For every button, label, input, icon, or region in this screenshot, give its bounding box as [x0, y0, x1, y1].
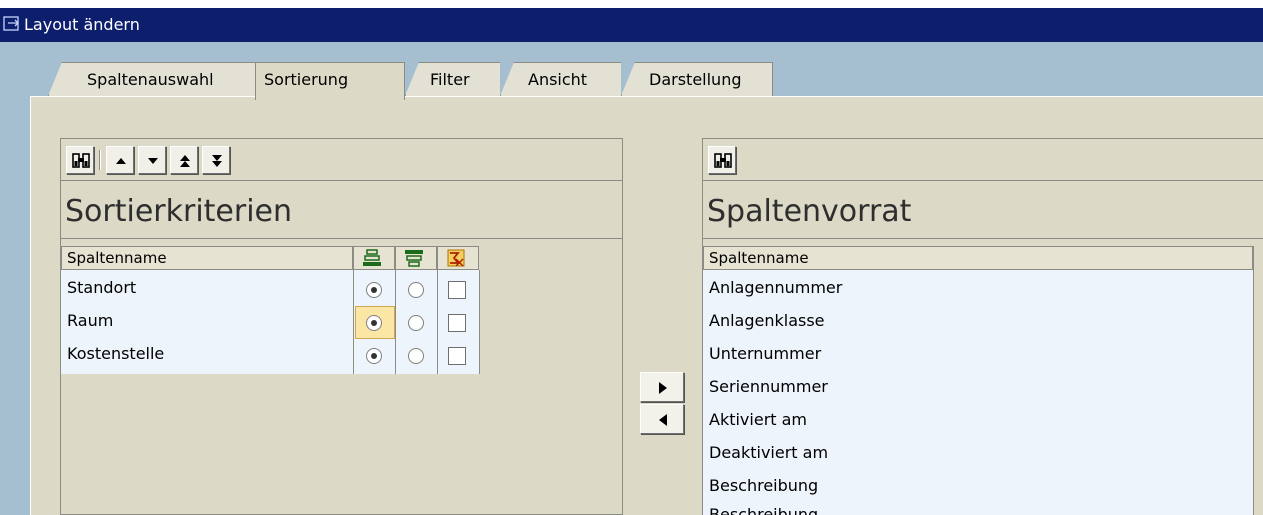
- list-item[interactable]: Anlagenklasse: [709, 305, 825, 337]
- column-stock-title: Spaltenvorrat: [707, 194, 912, 229]
- divider: [61, 238, 622, 239]
- scrollbar[interactable]: [1253, 246, 1263, 515]
- sort-ascending-radio[interactable]: [366, 348, 382, 364]
- toolbar-separator: [99, 150, 101, 170]
- window-menu-icon[interactable]: [3, 15, 21, 37]
- find-icon[interactable]: [708, 146, 736, 174]
- move-right-button[interactable]: [640, 372, 684, 402]
- list-item[interactable]: Beschreibung: [709, 470, 818, 502]
- move-top-icon[interactable]: [170, 146, 198, 174]
- find-icon[interactable]: [66, 146, 94, 174]
- list-item[interactable]: Raum: [67, 305, 113, 337]
- subtotal-checkbox[interactable]: [448, 314, 466, 332]
- sort-descending-radio[interactable]: [408, 315, 424, 331]
- sort-ascending-radio[interactable]: [366, 315, 382, 331]
- tab-filter[interactable]: Filter: [405, 62, 501, 96]
- window-title: Layout ändern: [24, 15, 140, 34]
- right-toolbar: [703, 139, 1263, 181]
- tab-label: Darstellung: [649, 70, 742, 89]
- tab-ansicht[interactable]: Ansicht: [500, 62, 622, 96]
- subtotal-icon[interactable]: [437, 246, 479, 270]
- tab-label: Ansicht: [528, 70, 588, 89]
- sort-descending-icon[interactable]: [395, 246, 437, 270]
- tab-label: Filter: [430, 70, 470, 89]
- list-item[interactable]: Beschreibung: [709, 500, 818, 515]
- window-title-bar: Layout ändern: [0, 8, 1263, 42]
- list-item[interactable]: Deaktiviert am: [709, 437, 828, 469]
- subtotal-checkbox[interactable]: [448, 347, 466, 365]
- tab-spaltenauswahl[interactable]: Spaltenauswahl: [48, 62, 256, 96]
- list-item[interactable]: Seriennummer: [709, 371, 828, 403]
- tab-label: Spaltenauswahl: [87, 70, 214, 89]
- subtotal-checkbox[interactable]: [448, 281, 466, 299]
- sort-descending-radio[interactable]: [408, 348, 424, 364]
- list-item[interactable]: Anlagennummer: [709, 272, 842, 304]
- tab-label: Sortierung: [264, 70, 349, 89]
- list-item[interactable]: Kostenstelle: [67, 338, 164, 370]
- divider: [703, 238, 1263, 239]
- column-header-spaltenname[interactable]: Spaltenname: [703, 246, 1253, 270]
- sort-descending-radio[interactable]: [408, 282, 424, 298]
- move-up-icon[interactable]: [106, 146, 134, 174]
- move-bottom-icon[interactable]: [202, 146, 230, 174]
- move-down-icon[interactable]: [138, 146, 166, 174]
- sort-ascending-icon[interactable]: [353, 246, 395, 270]
- list-item[interactable]: Standort: [67, 272, 136, 304]
- tab-darstellung[interactable]: Darstellung: [621, 62, 773, 96]
- column-header-spaltenname[interactable]: Spaltenname: [61, 246, 353, 270]
- list-item[interactable]: Aktiviert am: [709, 404, 807, 436]
- sort-ascending-radio[interactable]: [366, 282, 382, 298]
- sort-criteria-title: Sortierkriterien: [65, 194, 293, 229]
- move-left-icon: [659, 414, 667, 426]
- move-left-button[interactable]: [640, 404, 684, 434]
- tab-sortierung[interactable]: Sortierung: [255, 62, 405, 100]
- move-right-icon: [659, 382, 667, 394]
- list-item[interactable]: Unternummer: [709, 338, 821, 370]
